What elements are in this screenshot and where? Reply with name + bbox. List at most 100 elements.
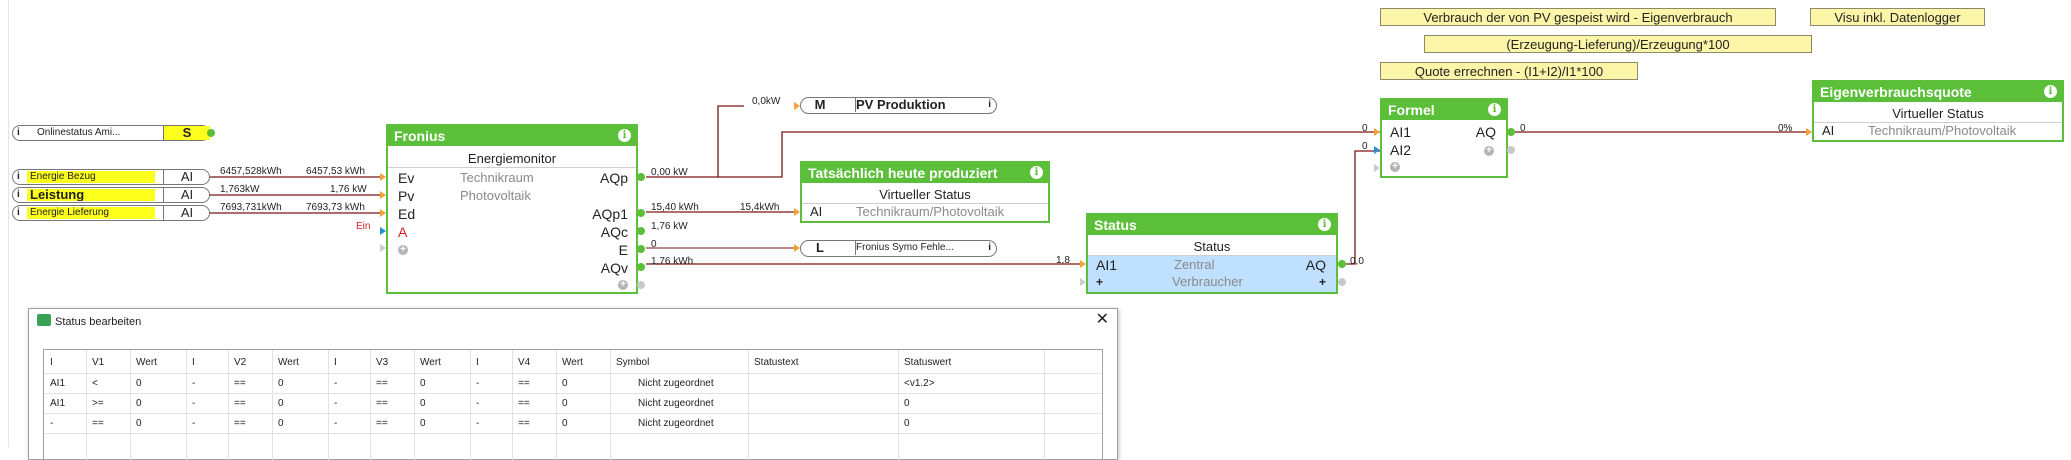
cell-i[interactable]: - — [192, 378, 195, 390]
cell-symbol[interactable]: Nicht zugeordnet — [638, 378, 714, 390]
pv-produktion-label: PV Produktion — [855, 97, 946, 112]
energie-lieferung-tag: AI — [163, 206, 210, 220]
cell-wert[interactable]: 0 — [278, 418, 284, 430]
fronius-block[interactable]: Fronius i Energiemonitor Ev Pv Ed A + Te… — [386, 124, 638, 294]
cell-wert[interactable]: 0 — [278, 398, 284, 410]
cell-statuswert[interactable]: 0 — [904, 398, 910, 410]
cell-wert[interactable]: 0 — [562, 378, 568, 390]
cell-i[interactable]: - — [334, 398, 337, 410]
cell-v2[interactable]: == — [234, 398, 246, 410]
status-aq-dot[interactable] — [1338, 260, 1346, 268]
info-icon[interactable]: i — [988, 98, 991, 112]
status-add-output-icon[interactable]: + — [1319, 275, 1326, 289]
status-add-input-icon[interactable]: + — [1096, 275, 1103, 289]
cell-v4[interactable]: == — [518, 398, 530, 410]
status-block[interactable]: Status i Status AI1 Zentral AQ + Verbrau… — [1086, 213, 1338, 294]
status-header[interactable]: Status i — [1088, 215, 1336, 235]
fronius-add-input-icon[interactable]: + — [398, 245, 408, 255]
cell-v3[interactable]: == — [376, 378, 388, 390]
cell-i[interactable]: - — [476, 378, 479, 390]
note-formula-erzeugung[interactable]: (Erzeugung-Lieferung)/Erzeugung*100 — [1424, 35, 1812, 53]
cell-symbol[interactable]: Nicht zugeordnet — [638, 418, 714, 430]
cell-v2[interactable]: == — [234, 378, 246, 390]
note-formula-quote[interactable]: Quote errechnen - (I1+I2)/I1*100 — [1380, 62, 1638, 80]
input-leistung[interactable]: i Leistung AI — [12, 187, 210, 203]
fronius-aqc-dot[interactable] — [637, 227, 645, 235]
formel-aq-dot[interactable] — [1507, 128, 1515, 136]
fronius-header[interactable]: Fronius i — [388, 126, 636, 146]
cell-statuswert[interactable]: 0 — [904, 418, 910, 430]
cell-v1[interactable]: >= — [92, 398, 104, 410]
formel-input-ai1: AI1 — [1390, 124, 1412, 140]
close-icon[interactable]: ✕ — [1096, 312, 1109, 328]
formel-add-input-icon[interactable]: + — [1390, 162, 1400, 172]
cell-i[interactable]: - — [476, 398, 479, 410]
cell-v4[interactable]: == — [518, 378, 530, 390]
cell-i[interactable]: - — [334, 378, 337, 390]
cell-v3[interactable]: == — [376, 418, 388, 430]
heute-header[interactable]: Tatsächlich heute produziert i — [802, 163, 1048, 183]
info-icon[interactable]: i — [988, 241, 991, 255]
info-icon[interactable]: i — [17, 170, 20, 184]
heute-block[interactable]: Tatsächlich heute produziert i Virtuelle… — [800, 161, 1050, 223]
pv-produktion-output[interactable]: M PV Produktion i — [800, 97, 997, 114]
cell-symbol[interactable]: Nicht zugeordnet — [638, 398, 714, 410]
onlinestatus-output-dot[interactable] — [207, 129, 215, 137]
info-icon[interactable]: i — [1318, 218, 1331, 231]
cell-statuswert[interactable]: <v1.2> — [904, 378, 935, 390]
cell-v4[interactable]: == — [518, 418, 530, 430]
input-energie-bezug[interactable]: i Energie Bezug AI — [12, 169, 210, 185]
fronius-add-output-icon[interactable]: + — [618, 280, 628, 290]
fehler-output[interactable]: L Fronius Symo Fehle... i — [800, 240, 997, 257]
input-onlinestatus[interactable]: i Onlinestatus Ami... S — [12, 125, 210, 141]
cell-i[interactable]: - — [192, 398, 195, 410]
formel-add-output-icon[interactable]: + — [1484, 146, 1494, 156]
fronius-aqp1-dot[interactable] — [637, 209, 645, 217]
status-table[interactable]: I V1 Wert I V2 Wert I V3 Wert I V4 Wert … — [43, 349, 1103, 460]
cell-wert[interactable]: 0 — [562, 418, 568, 430]
cell-v1[interactable]: < — [92, 378, 98, 390]
info-icon[interactable]: i — [2044, 85, 2057, 98]
formel-empty-dot[interactable] — [1507, 146, 1515, 154]
cell-i[interactable]: - — [334, 418, 337, 430]
info-icon[interactable]: i — [17, 206, 20, 220]
cell-v1[interactable]: == — [92, 418, 104, 430]
cell-i[interactable]: - — [192, 418, 195, 430]
fronius-aqp-dot[interactable] — [637, 173, 645, 181]
fronius-aqv-dot[interactable] — [637, 263, 645, 271]
cell-wert[interactable]: 0 — [420, 378, 426, 390]
status-empty-dot[interactable] — [1338, 278, 1346, 286]
info-icon[interactable]: i — [17, 126, 20, 140]
logic-canvas[interactable]: Verbrauch der von PV gespeist wird - Eig… — [0, 0, 2071, 460]
cell-wert[interactable]: 0 — [420, 418, 426, 430]
eigenquote-block[interactable]: Eigenverbrauchsquote i Virtueller Status… — [1812, 80, 2064, 142]
formel-header[interactable]: Formel i — [1382, 100, 1506, 120]
cell-wert[interactable]: 0 — [136, 398, 142, 410]
cell-i[interactable]: - — [50, 418, 53, 430]
info-icon[interactable]: i — [1030, 166, 1043, 179]
cell-wert[interactable]: 0 — [562, 398, 568, 410]
eigenquote-header[interactable]: Eigenverbrauchsquote i — [1814, 82, 2062, 102]
formel-block[interactable]: Formel i AI1 AI2 AQ + + — [1380, 98, 1508, 178]
heute-title: Tatsächlich heute produziert — [808, 165, 998, 181]
cell-i[interactable]: AI1 — [50, 378, 65, 390]
info-icon[interactable]: i — [618, 129, 631, 142]
info-icon[interactable]: i — [1488, 103, 1501, 116]
status-input-ai1: AI1 — [1096, 257, 1118, 273]
fronius-empty-dot[interactable] — [637, 281, 645, 289]
cell-v3[interactable]: == — [376, 398, 388, 410]
cell-wert[interactable]: 0 — [278, 378, 284, 390]
cell-wert[interactable]: 0 — [136, 378, 142, 390]
fronius-input-ev: Ev — [398, 170, 415, 186]
cell-wert[interactable]: 0 — [420, 398, 426, 410]
cell-i[interactable]: AI1 — [50, 398, 65, 410]
input-energie-lieferung[interactable]: i Energie Lieferung AI — [12, 205, 210, 221]
cell-v2[interactable]: == — [234, 418, 246, 430]
note-visu[interactable]: Visu inkl. Datenlogger — [1810, 8, 1985, 26]
status-edit-dialog[interactable]: Status bearbeiten ✕ I V1 Wert I V2 Wert … — [28, 308, 1118, 460]
cell-i[interactable]: - — [476, 418, 479, 430]
fronius-e-dot[interactable] — [637, 245, 645, 253]
cell-wert[interactable]: 0 — [136, 418, 142, 430]
info-icon[interactable]: i — [17, 188, 20, 202]
note-eigenverbrauch[interactable]: Verbrauch der von PV gespeist wird - Eig… — [1380, 8, 1776, 26]
